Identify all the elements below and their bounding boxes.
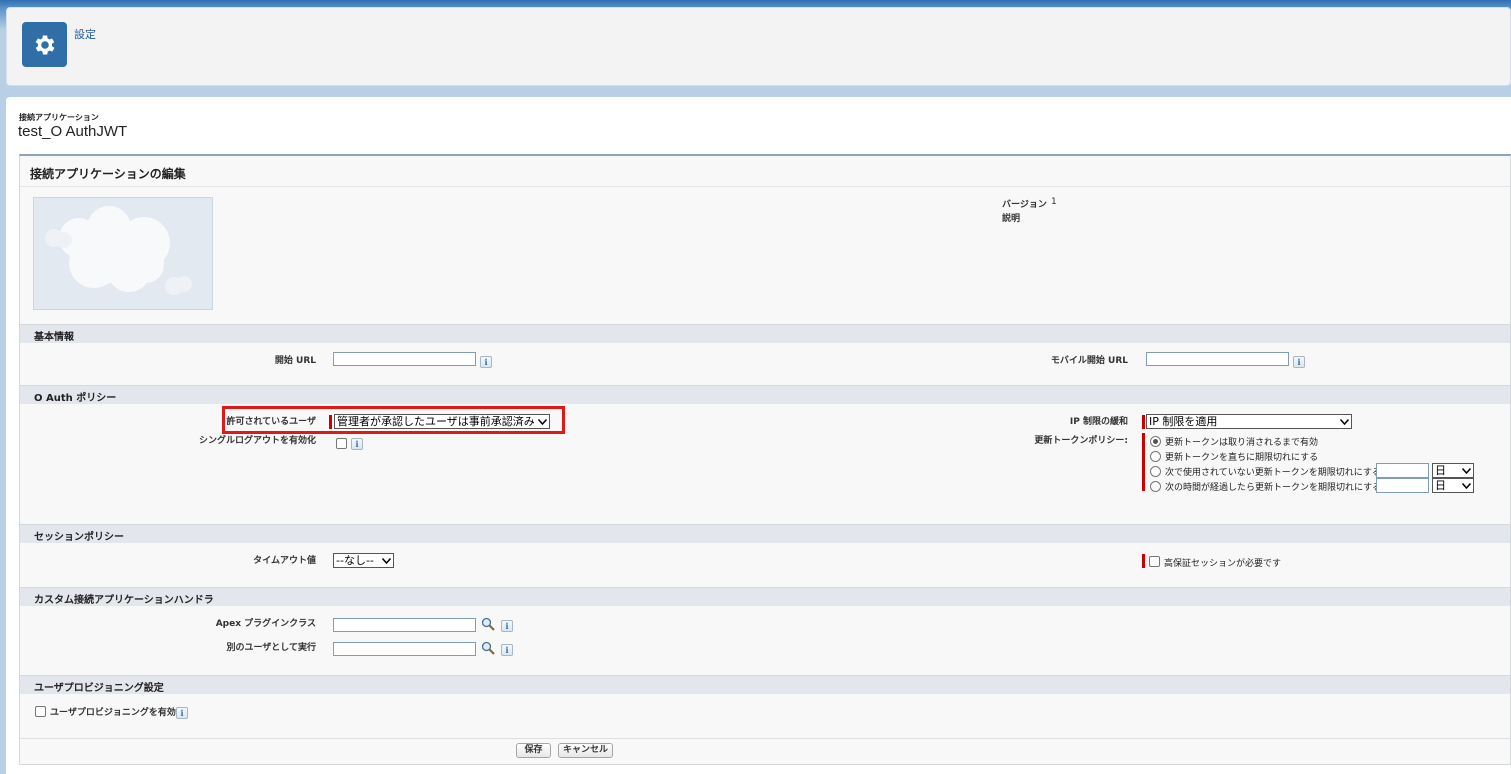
refresh-policy-label: 更新トークンポリシー: (1034, 436, 1128, 446)
section-oauth-policy: O Auth ポリシー (20, 385, 1510, 404)
required-indicator (1142, 415, 1145, 429)
section-title: 基本情報 (34, 332, 74, 343)
info-icon[interactable]: i (501, 620, 513, 632)
unused-token-period-input[interactable] (1376, 463, 1429, 478)
elapsed-time-unit-select[interactable]: 日 (1432, 478, 1474, 493)
single-logout-checkbox[interactable] (336, 438, 347, 449)
divider (20, 738, 1510, 739)
lookup-icon[interactable] (481, 617, 495, 631)
edit-panel: 接続アプリケーションの編集 バージョン 1 説明 基本情報 開始 URL i モ… (19, 154, 1511, 765)
enable-provisioning-checkbox[interactable] (35, 706, 46, 717)
description-label: 説明 (1002, 214, 1021, 224)
chevron-down-icon (1460, 480, 1472, 491)
object-type-label: 接続アプリケーション (19, 113, 99, 122)
mobile-start-url-label: モバイル開始 URL (1050, 356, 1128, 366)
enable-provisioning-label: ユーザプロビジョニングを有効化 (50, 708, 185, 718)
high-assurance-checkbox[interactable] (1149, 556, 1160, 567)
timeout-select[interactable]: --なし-- (333, 553, 394, 568)
highlight-box (222, 406, 565, 434)
info-icon[interactable]: i (351, 438, 363, 450)
info-icon[interactable]: i (1293, 356, 1305, 368)
section-title: セッションポリシー (34, 532, 124, 543)
section-basic-info: 基本情報 (20, 324, 1510, 343)
section-title: O Auth ポリシー (34, 393, 117, 404)
section-title: カスタム接続アプリケーションハンドラ (34, 595, 214, 606)
elapsed-time-period-input[interactable] (1376, 478, 1429, 493)
mobile-start-url-input[interactable] (1146, 352, 1289, 366)
run-as-input[interactable] (333, 642, 476, 656)
cancel-button[interactable]: キャンセル (558, 743, 613, 758)
info-icon[interactable]: i (480, 356, 492, 368)
lookup-icon[interactable] (481, 641, 495, 655)
info-icon[interactable]: i (501, 644, 513, 656)
version-value: 1 (1051, 197, 1057, 207)
unused-token-unit-select[interactable]: 日 (1432, 463, 1474, 478)
section-user-provisioning: ユーザプロビジョニング設定 (20, 675, 1510, 694)
refresh-option-radio[interactable] (1150, 451, 1161, 462)
refresh-option-radio[interactable] (1150, 466, 1161, 477)
header-title-link[interactable]: 設定 (74, 26, 96, 42)
refresh-option-label: 更新トークンは取り消されるまで有効 (1165, 438, 1319, 448)
refresh-option-label: 次で使用されていない更新トークンを期限切れにする (1165, 468, 1381, 478)
unit-value: 日 (1435, 479, 1446, 492)
refresh-option-radio[interactable] (1150, 436, 1161, 447)
timeout-label: タイムアウト値 (253, 556, 316, 566)
required-indicator (1142, 433, 1145, 491)
refresh-option-radio[interactable] (1150, 481, 1161, 492)
ip-relax-value: IP 制限を適用 (1149, 415, 1218, 428)
start-url-label: 開始 URL (274, 356, 316, 366)
version-label: バージョン (1002, 200, 1047, 210)
chevron-down-icon (380, 555, 392, 566)
refresh-option-label: 更新トークンを直ちに期限切れにする (1165, 453, 1319, 463)
apex-plugin-label: Apex プラグインクラス (215, 619, 316, 629)
save-button[interactable]: 保存 (516, 743, 551, 758)
page-title: test_O AuthJWT (18, 123, 128, 140)
gear-icon[interactable] (22, 22, 67, 67)
section-title: ユーザプロビジョニング設定 (34, 683, 164, 694)
refresh-option-label: 次の時間が経過したら更新トークンを期限切れにする (1165, 483, 1382, 493)
start-url-input[interactable] (333, 352, 476, 366)
ip-relax-select[interactable]: IP 制限を適用 (1146, 414, 1352, 429)
timeout-value: --なし-- (336, 554, 374, 567)
main-content: 接続アプリケーション test_O AuthJWT 接続アプリケーションの編集 (6, 97, 1511, 774)
high-assurance-label: 高保証セッションが必要です (1164, 559, 1282, 569)
run-as-label: 別のユーザとして実行 (226, 643, 316, 653)
single-logout-label: シングルログアウトを有効化 (198, 436, 316, 446)
section-session-policy: セッションポリシー (20, 524, 1510, 543)
unit-value: 日 (1435, 464, 1446, 477)
apex-plugin-input[interactable] (333, 618, 476, 632)
required-indicator (1142, 554, 1145, 568)
setup-header: 設定 (6, 7, 1511, 86)
panel-title: 接続アプリケーションの編集 (30, 167, 186, 181)
app-logo-placeholder (33, 197, 213, 310)
ip-relax-label: IP 制限の緩和 (1069, 417, 1128, 427)
info-icon[interactable]: i (176, 707, 188, 719)
chevron-down-icon (1460, 465, 1472, 476)
divider (20, 186, 1510, 187)
chevron-down-icon (1338, 416, 1350, 427)
section-custom-handler: カスタム接続アプリケーションハンドラ (20, 587, 1510, 606)
